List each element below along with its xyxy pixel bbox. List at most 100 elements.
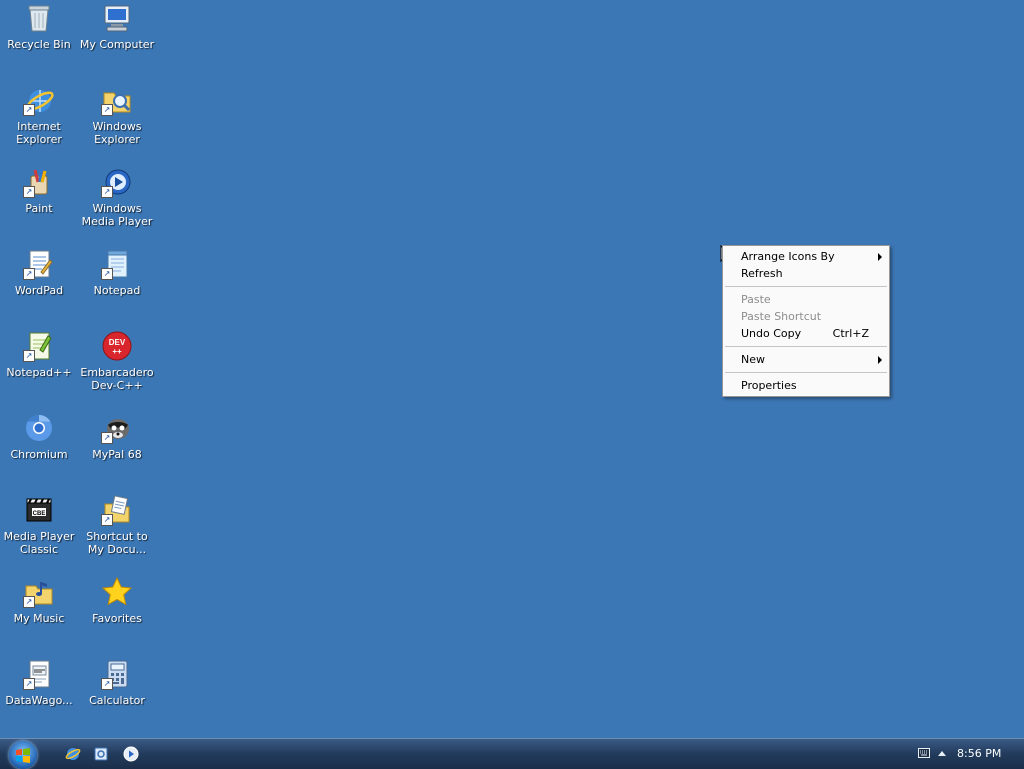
- shortcut-arrow-icon: ↗: [23, 596, 35, 608]
- menu-item-label: Paste: [741, 293, 771, 306]
- notepad-plus-icon: ↗: [23, 330, 55, 362]
- menu-item-label: New: [741, 353, 765, 366]
- desktop-icon-label: Windows Media Player: [81, 202, 153, 228]
- windows-logo-icon: [16, 748, 30, 763]
- calculator-icon: ↗: [101, 658, 133, 690]
- desktop-icon-my-documents-shortcut[interactable]: ↗ Shortcut to My Docu...: [78, 494, 156, 556]
- system-tray: 8:56 PM: [914, 739, 1024, 769]
- mpc-icon: CBE: [23, 494, 55, 526]
- desktop-icon-dev-cpp[interactable]: DEV ++ Embarcadero Dev-C++: [78, 330, 156, 392]
- menu-separator: [725, 372, 887, 373]
- desktop-icon-label: Shortcut to My Docu...: [86, 530, 148, 556]
- windows-explorer-icon: [94, 747, 108, 761]
- svg-text:DEV: DEV: [109, 338, 126, 347]
- desktop-context-menu: Arrange Icons By Refresh Paste Paste Sho…: [722, 245, 890, 397]
- desktop-icon-label: Media Player Classic: [3, 530, 75, 556]
- wordpad-icon: ↗: [23, 248, 55, 280]
- desktop-icon-label: Calculator: [89, 694, 145, 707]
- menu-item-shortcut: Ctrl+Z: [832, 327, 869, 340]
- desktop-icon-paint[interactable]: ↗ Paint: [0, 166, 78, 215]
- desktop-icon-label: Embarcadero Dev-C++: [80, 366, 154, 392]
- desktop-icon-label: Recycle Bin: [7, 38, 71, 51]
- star-icon: [101, 576, 133, 608]
- desktop-icon-notepad[interactable]: ↗ Notepad: [78, 248, 156, 297]
- internet-explorer-icon: ↗: [23, 84, 55, 116]
- menu-item-undo-copy[interactable]: Undo Copy Ctrl+Z: [723, 325, 889, 342]
- taskbar: 8:56 PM: [0, 738, 1024, 769]
- desktop-icon-windows-explorer[interactable]: ↗ Windows Explorer: [78, 84, 156, 146]
- desktop-icon-label: My Music: [13, 612, 65, 625]
- quicklaunch-windows-explorer[interactable]: [93, 746, 109, 762]
- shortcut-arrow-icon: ↗: [101, 268, 113, 280]
- menu-item-new[interactable]: New: [723, 351, 889, 368]
- menu-item-label: Refresh: [741, 267, 783, 280]
- desktop-icon-label: Favorites: [92, 612, 142, 625]
- desktop-icon-notepad-plus-plus[interactable]: ↗ Notepad++: [0, 330, 78, 379]
- shortcut-arrow-icon: ↗: [23, 104, 35, 116]
- desktop-icon-label: DataWago...: [5, 694, 73, 707]
- shortcut-arrow-icon: ↗: [23, 268, 35, 280]
- computer-icon: [101, 2, 133, 34]
- submenu-arrow-icon: [878, 253, 882, 261]
- desktop-icon-datawago[interactable]: ↗ DataWago...: [0, 658, 78, 707]
- start-button[interactable]: [9, 741, 37, 769]
- desktop-icon-my-music[interactable]: ↗ My Music: [0, 576, 78, 625]
- shortcut-arrow-icon: ↗: [23, 186, 35, 198]
- desktop-icon-my-computer[interactable]: My Computer: [78, 2, 156, 51]
- desktop-icon-media-player-classic[interactable]: CBE Media Player Classic: [0, 494, 78, 556]
- desktop-icon-recycle-bin[interactable]: Recycle Bin: [0, 2, 78, 51]
- desktop-icon-windows-media-player[interactable]: ↗ Windows Media Player: [78, 166, 156, 228]
- menu-item-label: Undo Copy: [741, 327, 802, 340]
- chromium-icon: [23, 412, 55, 444]
- media-player-icon: ↗: [101, 166, 133, 198]
- desktop-icon-favorites[interactable]: Favorites: [78, 576, 156, 625]
- shortcut-arrow-icon: ↗: [23, 350, 35, 362]
- menu-item-paste-shortcut[interactable]: Paste Shortcut: [723, 308, 889, 325]
- windows-explorer-icon: ↗: [101, 84, 133, 116]
- desktop-icon-label: MyPal 68: [92, 448, 142, 461]
- desktop-icon-label: Notepad++: [6, 366, 72, 379]
- desktop-icon-internet-explorer[interactable]: ↗ Internet Explorer: [0, 84, 78, 146]
- taskbar-clock[interactable]: 8:56 PM: [957, 747, 1001, 760]
- menu-item-label: Properties: [741, 379, 797, 392]
- desktop-icon-label: Chromium: [10, 448, 68, 461]
- menu-item-label: Arrange Icons By: [741, 250, 835, 263]
- shortcut-arrow-icon: ↗: [101, 514, 113, 526]
- keyboard-icon[interactable]: [918, 748, 930, 758]
- shortcut-arrow-icon: ↗: [101, 186, 113, 198]
- svg-text:CBE: CBE: [33, 511, 46, 517]
- shortcut-arrow-icon: ↗: [23, 678, 35, 690]
- submenu-arrow-icon: [878, 356, 882, 364]
- devcpp-icon: DEV ++: [101, 330, 133, 362]
- music-folder-icon: ↗: [23, 576, 55, 608]
- quicklaunch-media-player[interactable]: [123, 746, 139, 762]
- desktop-icon-label: My Computer: [79, 38, 155, 51]
- menu-item-properties[interactable]: Properties: [723, 377, 889, 394]
- recycle-bin-icon: [23, 2, 55, 34]
- documents-icon: ↗: [101, 494, 133, 526]
- media-player-icon: [123, 746, 139, 762]
- shortcut-arrow-icon: ↗: [101, 678, 113, 690]
- datawago-icon: ↗: [23, 658, 55, 690]
- notepad-icon: ↗: [101, 248, 133, 280]
- menu-item-refresh[interactable]: Refresh: [723, 265, 889, 282]
- menu-separator: [725, 346, 887, 347]
- desktop-icon-chromium[interactable]: Chromium: [0, 412, 78, 461]
- desktop-icon-label: Internet Explorer: [16, 120, 62, 146]
- mypal-icon: ↗: [101, 412, 133, 444]
- desktop-icon-wordpad[interactable]: ↗ WordPad: [0, 248, 78, 297]
- menu-item-label: Paste Shortcut: [741, 310, 822, 323]
- internet-explorer-icon: [65, 748, 81, 760]
- desktop-icon-mypal[interactable]: ↗ MyPal 68: [78, 412, 156, 461]
- menu-item-paste[interactable]: Paste: [723, 291, 889, 308]
- shortcut-arrow-icon: ↗: [101, 104, 113, 116]
- desktop-icon-label: Windows Explorer: [92, 120, 142, 146]
- menu-item-arrange-icons-by[interactable]: Arrange Icons By: [723, 248, 889, 265]
- shortcut-arrow-icon: ↗: [101, 432, 113, 444]
- show-hidden-icons-arrow-icon[interactable]: [938, 751, 946, 756]
- desktop-icon-label: Notepad: [93, 284, 141, 297]
- desktop-icon-calculator[interactable]: ↗ Calculator: [78, 658, 156, 707]
- quicklaunch-internet-explorer[interactable]: [65, 746, 81, 762]
- paint-icon: ↗: [23, 166, 55, 198]
- desktop-icon-label: Paint: [25, 202, 53, 215]
